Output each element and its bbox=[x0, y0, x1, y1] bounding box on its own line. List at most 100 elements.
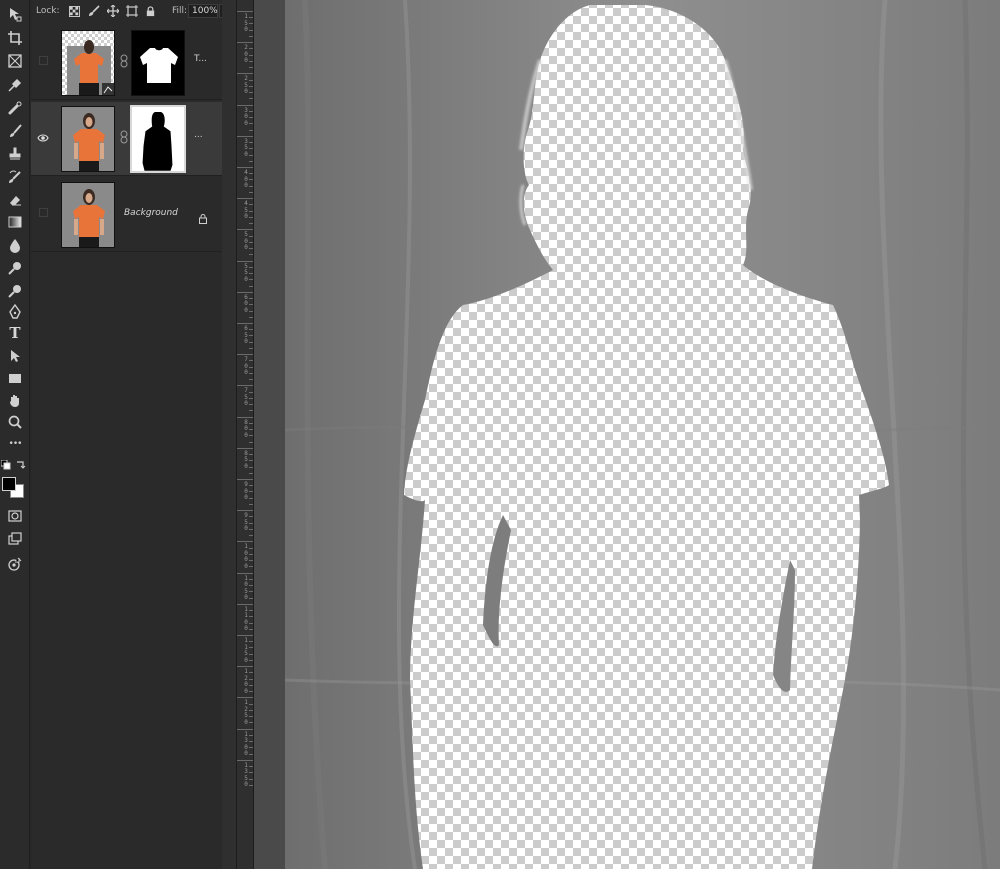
ruler-minor-tick bbox=[249, 48, 253, 50]
more-dots-icon[interactable]: ••• bbox=[4, 434, 26, 454]
default-colors-icon[interactable] bbox=[1, 460, 11, 470]
ruler-minor-tick bbox=[249, 341, 253, 343]
link-icon[interactable] bbox=[119, 54, 129, 68]
ruler-minor-tick bbox=[249, 23, 253, 25]
ruler-tick bbox=[237, 135, 253, 137]
ruler-minor-tick bbox=[249, 98, 253, 100]
layer-row-background[interactable]: Background bbox=[31, 178, 222, 252]
ruler-minor-tick bbox=[249, 784, 253, 786]
ruler-minor-tick bbox=[249, 391, 253, 393]
swap-colors-icon[interactable] bbox=[15, 459, 26, 470]
visibility-toggle[interactable] bbox=[39, 208, 48, 217]
eyedropper-icon[interactable] bbox=[4, 75, 26, 95]
ruler-minor-tick bbox=[249, 435, 253, 437]
ruler-minor-tick bbox=[249, 591, 253, 593]
quick-mask-icon[interactable] bbox=[4, 506, 26, 526]
ruler-minor-tick bbox=[249, 154, 253, 156]
ruler-minor-tick bbox=[249, 60, 253, 62]
ruler-minor-tick bbox=[249, 279, 253, 281]
content-credentials-icon[interactable] bbox=[4, 554, 26, 574]
drop-icon[interactable] bbox=[4, 235, 26, 255]
ruler-minor-tick bbox=[249, 753, 253, 755]
ruler-minor-tick bbox=[249, 441, 253, 443]
magnifier-icon[interactable] bbox=[4, 412, 26, 432]
rectangle-icon[interactable] bbox=[4, 368, 26, 388]
fill-label: Fill: bbox=[172, 6, 188, 16]
layer-name[interactable]: T... bbox=[194, 54, 207, 64]
ruler-minor-tick bbox=[249, 379, 253, 381]
screen-mode-icon[interactable] bbox=[4, 529, 26, 549]
document-canvas[interactable] bbox=[285, 0, 1000, 869]
eye-icon[interactable] bbox=[37, 132, 49, 144]
layer-name[interactable]: Background bbox=[124, 208, 178, 218]
move-tool-icon[interactable] bbox=[4, 4, 26, 24]
ruler-tick bbox=[237, 42, 253, 44]
ruler-minor-tick bbox=[249, 709, 253, 711]
layer-thumbnail[interactable] bbox=[61, 30, 115, 96]
layer-mask-thumbnail[interactable] bbox=[131, 30, 185, 96]
vertical-ruler: 1502002503003504004505005506006507007508… bbox=[236, 0, 254, 869]
ruler-minor-tick bbox=[249, 110, 253, 112]
ruler-minor-tick bbox=[249, 429, 253, 431]
eraser-icon[interactable] bbox=[4, 190, 26, 210]
ruler-minor-tick bbox=[249, 734, 253, 736]
ruler-minor-tick bbox=[249, 497, 253, 499]
visibility-toggle[interactable] bbox=[39, 56, 48, 65]
ruler-minor-tick bbox=[249, 173, 253, 175]
ruler-minor-tick bbox=[249, 160, 253, 162]
layer-row-tshirt[interactable]: T... bbox=[31, 26, 222, 100]
lock-icon[interactable] bbox=[198, 213, 208, 224]
type-icon[interactable]: T bbox=[4, 323, 26, 343]
layer-row-person[interactable]: ... bbox=[31, 102, 222, 176]
ruler-tick bbox=[237, 635, 253, 636]
hand-icon[interactable] bbox=[4, 391, 26, 411]
crop-icon[interactable] bbox=[4, 28, 26, 48]
fill-input[interactable]: 100% bbox=[188, 4, 218, 18]
ruler-minor-tick bbox=[249, 578, 253, 580]
ruler-minor-tick bbox=[249, 716, 253, 718]
ruler-minor-tick bbox=[249, 360, 253, 362]
ruler-minor-tick bbox=[249, 566, 253, 568]
brush-icon[interactable] bbox=[4, 121, 26, 141]
magnifier-dodge-icon[interactable] bbox=[4, 281, 26, 301]
ruler-minor-tick bbox=[249, 204, 253, 206]
ruler-minor-tick bbox=[249, 210, 253, 212]
ruler-minor-tick bbox=[249, 404, 253, 406]
layer-thumbnail[interactable] bbox=[61, 182, 115, 248]
healing-brush-icon[interactable] bbox=[4, 98, 26, 118]
lock-transparent-pixels-icon[interactable] bbox=[68, 4, 82, 18]
lock-bar: Lock: Fill: 100% ⌄ bbox=[31, 0, 237, 22]
lock-image-pixels-icon[interactable] bbox=[87, 4, 101, 18]
ruler-tick bbox=[237, 572, 253, 574]
ruler-minor-tick bbox=[249, 585, 253, 587]
frame-icon[interactable] bbox=[4, 51, 26, 71]
ruler-minor-tick bbox=[249, 142, 253, 144]
layers-scrollbar[interactable] bbox=[222, 0, 236, 869]
ruler-minor-tick bbox=[249, 123, 253, 125]
ruler-minor-tick bbox=[249, 335, 253, 337]
lock-artboard-icon[interactable] bbox=[125, 4, 139, 18]
ruler-minor-tick bbox=[249, 747, 253, 749]
ruler-minor-tick bbox=[249, 703, 253, 705]
layer-thumbnail[interactable] bbox=[61, 106, 115, 172]
stamp-icon[interactable] bbox=[4, 144, 26, 164]
ruler-minor-tick bbox=[249, 54, 253, 56]
ruler-minor-tick bbox=[249, 610, 253, 612]
ruler-tick bbox=[237, 541, 253, 543]
layer-name[interactable]: ... bbox=[194, 130, 203, 140]
link-icon[interactable] bbox=[119, 130, 129, 144]
pen-icon[interactable] bbox=[4, 302, 26, 322]
lock-all-icon[interactable] bbox=[144, 4, 158, 18]
layer-mask-thumbnail[interactable] bbox=[130, 105, 186, 173]
layers-panel: Lock: Fill: 100% ⌄ bbox=[31, 0, 237, 869]
history-brush-icon[interactable] bbox=[4, 167, 26, 187]
dodge-icon[interactable] bbox=[4, 258, 26, 278]
arrow-pointer-icon[interactable] bbox=[4, 346, 26, 366]
canvas-image bbox=[285, 0, 1000, 869]
ruler-minor-tick bbox=[249, 678, 253, 680]
ruler-minor-tick bbox=[249, 273, 253, 275]
lock-position-icon[interactable] bbox=[106, 4, 120, 18]
foreground-color-swatch[interactable] bbox=[2, 477, 16, 491]
ruler-minor-tick bbox=[249, 466, 253, 468]
gradient-icon[interactable] bbox=[4, 212, 26, 232]
